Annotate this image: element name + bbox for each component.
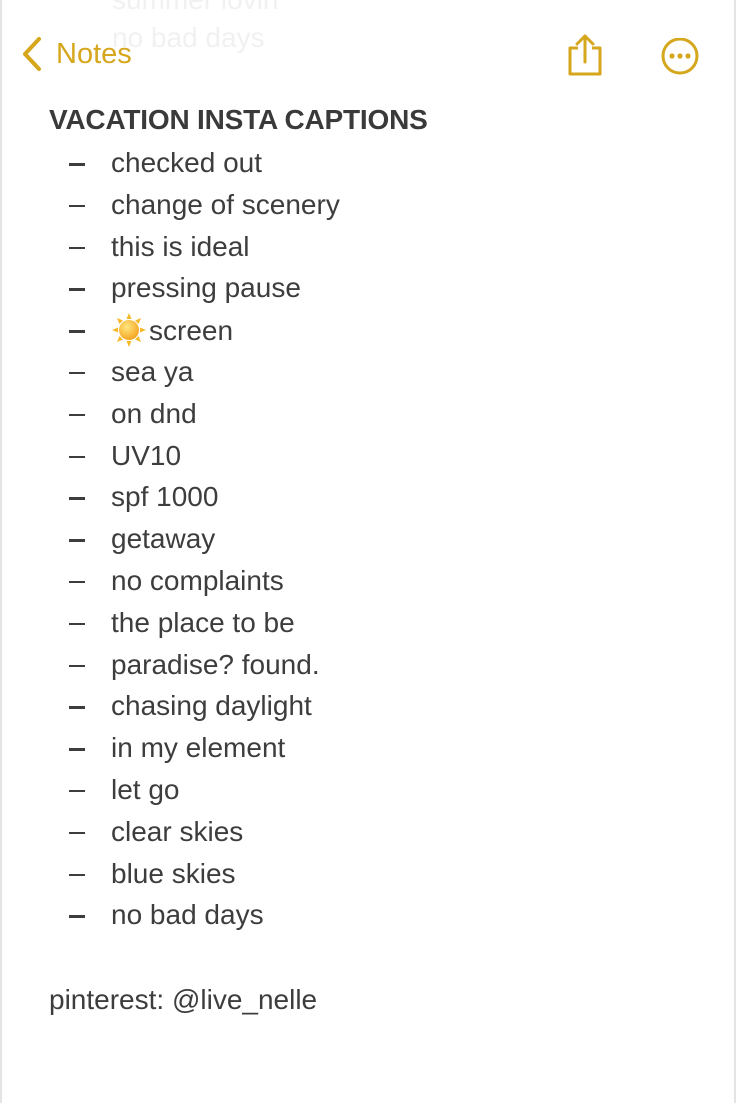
list-item: no complaints xyxy=(0,561,600,603)
list-dash xyxy=(69,748,85,751)
list-dash xyxy=(69,371,85,375)
caption-label: UV10 xyxy=(111,439,182,471)
list-dash xyxy=(69,497,85,500)
list-item: blue skies xyxy=(0,854,600,896)
list-dash xyxy=(69,330,85,333)
list-dash xyxy=(69,539,85,542)
back-label: Notes xyxy=(56,38,132,70)
list-item: sea ya xyxy=(0,352,600,394)
list-dash xyxy=(69,288,85,291)
caption-label: this is ideal xyxy=(111,230,250,262)
sun-emoji-icon xyxy=(111,312,147,348)
list-item-text: no bad days xyxy=(111,897,264,933)
chevron-left-icon xyxy=(20,36,44,72)
note-footer-credit: pinterest: @live_nelle xyxy=(49,984,318,1015)
list-item-text: this is ideal xyxy=(111,229,250,265)
list-item: screen xyxy=(0,310,600,352)
list-item: UV10 xyxy=(0,436,600,478)
caption-label: the place to be xyxy=(111,606,295,638)
list-item-text: the place to be xyxy=(111,605,295,641)
list-item-text: on dnd xyxy=(111,396,197,432)
list-dash xyxy=(69,664,85,668)
list-item: no bad days xyxy=(0,895,600,937)
list-item-text: in my element xyxy=(111,730,285,766)
caption-label: pressing pause xyxy=(111,272,301,304)
caption-label: no complaints xyxy=(111,564,284,596)
list-item-text: clear skies xyxy=(111,814,243,850)
list-item: let go xyxy=(0,770,600,812)
list-item-text: UV10 xyxy=(111,438,181,474)
caption-label: change of scenery xyxy=(111,188,340,220)
list-item-text: pressing pause xyxy=(111,270,301,306)
list-item-text: sea ya xyxy=(111,354,194,390)
list-item-text: blue skies xyxy=(111,856,236,892)
list-dash xyxy=(69,789,85,793)
list-item: on dnd xyxy=(0,394,600,436)
list-dash xyxy=(69,413,85,417)
caption-label: sea ya xyxy=(111,355,194,387)
list-item-text: screen xyxy=(111,312,233,349)
list-dash xyxy=(69,204,85,208)
caption-label: let go xyxy=(111,773,180,805)
share-button[interactable] xyxy=(565,34,605,81)
ellipsis-circle-icon xyxy=(660,37,700,82)
list-dash xyxy=(69,455,85,459)
list-dash xyxy=(69,163,85,166)
caption-label: no bad days xyxy=(111,899,264,931)
list-dash xyxy=(69,246,85,250)
list-item: the place to be xyxy=(0,603,600,645)
list-item-text: change of scenery xyxy=(111,187,340,223)
list-dash xyxy=(69,915,85,918)
list-item-text: chasing daylight xyxy=(111,688,312,724)
caption-label: paradise? found. xyxy=(111,648,320,680)
back-to-notes-button[interactable]: Notes xyxy=(20,36,132,72)
list-item: clear skies xyxy=(0,812,600,854)
list-item-text: no complaints xyxy=(111,563,284,599)
more-options-button[interactable] xyxy=(660,37,700,83)
caption-list: checked out change of scenery this is idea… xyxy=(0,143,600,937)
list-item: change of scenery xyxy=(0,185,600,227)
list-item: getaway xyxy=(0,519,600,561)
caption-label: in my element xyxy=(111,732,286,764)
list-item: this is ideal xyxy=(0,227,600,269)
caption-label: getaway xyxy=(111,523,216,555)
note-title: VACATION INSTA CAPTIONS xyxy=(49,104,428,135)
caption-label: blue skies xyxy=(111,857,236,889)
list-item-text: checked out xyxy=(111,145,262,181)
caption-label: spf 1000 xyxy=(111,481,219,513)
list-item-text: let go xyxy=(111,772,180,808)
list-item-text: spf 1000 xyxy=(111,479,218,515)
list-dash xyxy=(69,580,85,584)
list-item: pressing pause xyxy=(0,268,600,310)
navigation-bar: Notes xyxy=(0,0,736,100)
list-dash xyxy=(69,831,85,835)
list-item-text: getaway xyxy=(111,521,215,557)
list-item: chasing daylight xyxy=(0,686,600,728)
list-dash xyxy=(69,873,85,877)
caption-label: chasing daylight xyxy=(111,690,312,722)
caption-label: screen xyxy=(149,315,234,347)
caption-label: on dnd xyxy=(111,397,197,429)
list-item: paradise? found. xyxy=(0,645,600,687)
list-item: in my element xyxy=(0,728,600,770)
list-dash xyxy=(69,622,85,626)
share-icon xyxy=(565,34,605,80)
list-item-text: paradise? found. xyxy=(111,647,320,683)
list-dash xyxy=(69,706,85,709)
list-item: spf 1000 xyxy=(0,477,600,519)
caption-label: checked out xyxy=(111,147,262,178)
list-item: checked out xyxy=(0,143,600,185)
caption-label: clear skies xyxy=(111,815,244,847)
